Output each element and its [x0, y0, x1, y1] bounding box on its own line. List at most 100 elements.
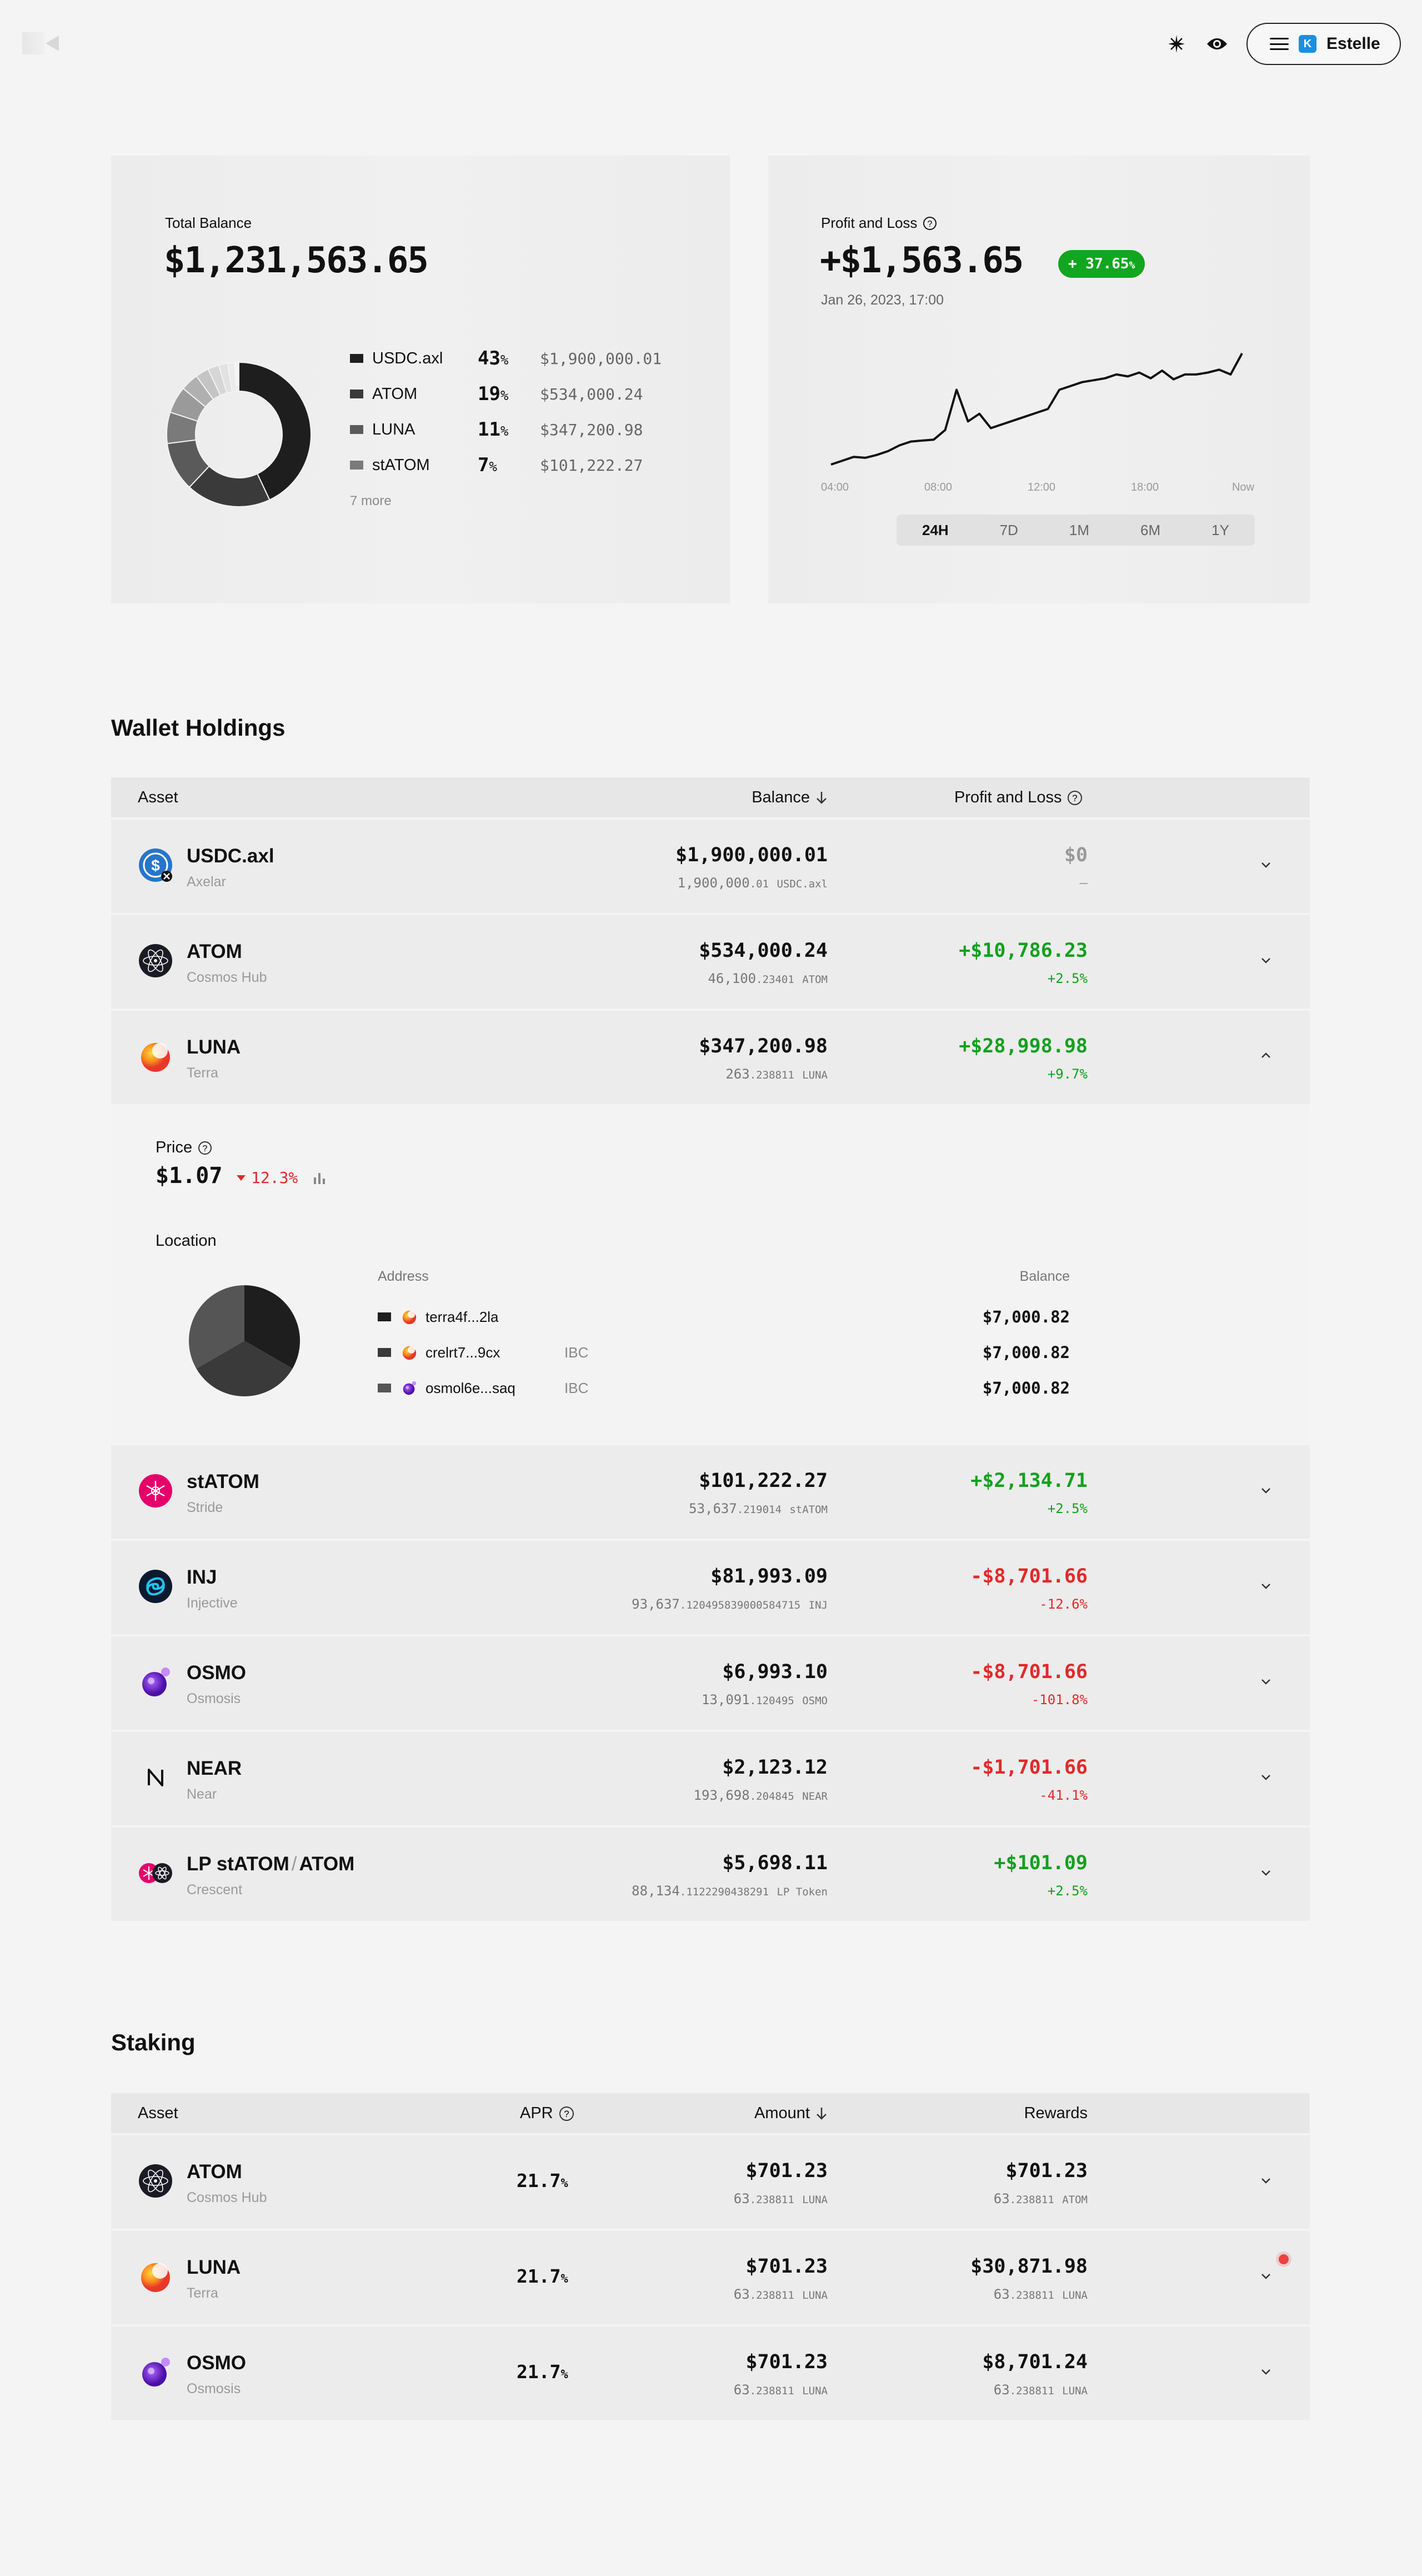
location-row[interactable]: osmol6e...saq IBC $7,000.82 [378, 1377, 1070, 1399]
legend-asset-name: USDC.axl [372, 349, 443, 367]
range-option-1m[interactable]: 1M [1069, 522, 1089, 539]
user-menu-button[interactable]: K Estelle [1246, 23, 1401, 65]
range-option-6m[interactable]: 6M [1140, 522, 1160, 539]
col-asset: Asset [138, 788, 178, 806]
chevron-down-icon[interactable] [1259, 1579, 1273, 1593]
range-option-24h[interactable]: 24H [922, 522, 949, 539]
chevron-down-icon[interactable] [1259, 1770, 1273, 1784]
near-token-icon [138, 1760, 173, 1795]
range-selector[interactable]: 24H 7D 1M 6M 1Y [897, 515, 1255, 546]
pnl-percent: +9.7% [1047, 1066, 1088, 1082]
col-amount-sort[interactable]: Amount [754, 2104, 828, 2123]
user-avatar: K [1299, 35, 1316, 53]
help-icon[interactable]: ? [198, 1141, 212, 1155]
holding-row-atom[interactable]: ATOM Cosmos Hub $534,000.24 46,100.23401… [111, 915, 1310, 1009]
location-tag: IBC [564, 1344, 589, 1361]
holding-row-usdc-axl[interactable]: $ USDC.axl Axelar $1,900,000.01 1,900,00… [111, 820, 1310, 913]
location-row[interactable]: crelrt7...9cx IBC $7,000.82 [378, 1341, 1070, 1364]
asset-name: LUNA [187, 1036, 241, 1058]
pnl-series-line [830, 353, 1243, 466]
staking-row-luna[interactable]: LUNA Terra 21.7% $701.23 63.238811 LUNA … [111, 2231, 1310, 2324]
stake-amount: 63.238811 LUNA [733, 2287, 828, 2302]
reward-usd: $30,871.98 [970, 2255, 1088, 2278]
asset-name: LP stATOM / ATOM [187, 1853, 355, 1875]
legend-value: $534,000.24 [540, 385, 643, 403]
logo-icon[interactable] [22, 32, 61, 54]
holding-row-statom[interactable]: stATOM Stride $101,222.27 53,637.219014 … [111, 1445, 1310, 1539]
staking-row-osmo[interactable]: OSMO Osmosis 21.7% $701.23 63.238811 LUN… [111, 2327, 1310, 2420]
col-apr-label: APR [520, 2104, 553, 2122]
help-icon[interactable]: ? [559, 2106, 574, 2121]
caret-down-icon [237, 1175, 246, 1181]
chevron-down-icon[interactable] [1259, 2173, 1273, 2188]
svg-text:$: $ [151, 857, 160, 874]
chevron-down-icon[interactable] [1259, 1865, 1273, 1880]
eye-icon[interactable] [1206, 33, 1228, 55]
chevron-down-icon[interactable] [1259, 857, 1273, 872]
col-balance-sort[interactable]: Balance [752, 788, 828, 807]
col-amount-label: Amount [754, 2104, 810, 2122]
help-icon[interactable]: ? [1067, 790, 1083, 806]
luna-chain-icon [401, 1309, 418, 1325]
asset-name: ATOM [187, 2161, 242, 2183]
chevron-down-icon[interactable] [1259, 953, 1273, 967]
holding-row-osmo[interactable]: OSMO Osmosis $6,993.10 13,091.120495 OSM… [111, 1636, 1310, 1730]
chevron-up-icon[interactable] [1259, 1049, 1273, 1063]
osmo-chain-icon [401, 1380, 418, 1396]
legend-percent: 11% [478, 418, 509, 441]
location-row[interactable]: terra4f...2la $7,000.82 [378, 1306, 1070, 1328]
pnl-percent: +2.5% [1047, 971, 1088, 986]
col-rewards: Rewards [1024, 2104, 1088, 2122]
legend-value: $347,200.98 [540, 420, 643, 439]
stake-amount: 63.238811 LUNA [733, 2382, 828, 2398]
sparkle-icon[interactable] [1165, 33, 1188, 55]
holdings-table-header: Asset Balance Profit and Loss ? [111, 777, 1310, 817]
balance-amount: 93,637.120495839000584715 INJ [632, 1596, 828, 1612]
chevron-down-icon[interactable] [1259, 2269, 1273, 2283]
legend-swatch [350, 461, 363, 470]
user-name: Estelle [1326, 34, 1380, 53]
stake-amount: 63.238811 LUNA [733, 2191, 828, 2206]
legend-percent: 7% [478, 454, 497, 476]
luna-token-icon [138, 2259, 173, 2294]
holding-row-luna[interactable]: LUNA Terra $347,200.98 263.238811 LUNA +… [111, 1011, 1310, 1104]
legend-asset-name: LUNA [372, 420, 415, 438]
balance-amount: 88,134.1122290438291 LP Token [632, 1883, 828, 1899]
range-option-7d[interactable]: 7D [1000, 522, 1018, 539]
legend-asset-name: stATOM [372, 456, 430, 474]
bar-chart-icon[interactable] [312, 1171, 327, 1185]
col-pnl: Profit and Loss ? [954, 788, 1083, 807]
apr-value: 21.7% [517, 2265, 568, 2287]
asset-chain: Terra [187, 2285, 218, 2301]
holding-row-lp-statom[interactable]: LP stATOM / ATOM Crescent $5,698.11 88,134… [111, 1828, 1310, 1921]
chevron-down-icon[interactable] [1259, 2364, 1273, 2379]
holding-row-near[interactable]: NEAR Near $2,123.12 193,698.204845 NEAR … [111, 1732, 1310, 1825]
osmo-token-icon [138, 1664, 173, 1700]
asset-name: USDC.axl [187, 845, 274, 867]
col-apr: APR ? [520, 2104, 574, 2123]
asset-chain: Osmosis [187, 1691, 241, 1706]
staking-row-atom[interactable]: ATOM Cosmos Hub 21.7% $701.23 63.238811 … [111, 2135, 1310, 2229]
asset-name: OSMO [187, 1662, 246, 1684]
reward-usd: $701.23 [1005, 2160, 1088, 2182]
asset-chain: Osmosis [187, 2381, 241, 2397]
legend-percent: 43% [478, 347, 509, 370]
balance-usd: $347,200.98 [699, 1035, 828, 1057]
legend-value: $101,222.27 [540, 456, 643, 475]
svg-text:?: ? [564, 2109, 569, 2119]
asset-name: ATOM [187, 941, 242, 962]
x-tick-label: 18:00 [1131, 481, 1159, 493]
pnl-percent-badge: + 37.65% [1058, 250, 1145, 278]
holding-row-inj[interactable]: INJ Injective $81,993.09 93,637.12049583… [111, 1541, 1310, 1634]
legend-more-link[interactable]: 7 more [350, 493, 392, 509]
chevron-down-icon[interactable] [1259, 1483, 1273, 1497]
help-icon[interactable]: ? [923, 216, 937, 231]
stake-amount-usd: $701.23 [745, 2255, 828, 2278]
osmo-token-icon [138, 2354, 173, 2390]
reward-amount: 63.238811 ATOM [993, 2191, 1088, 2206]
pnl-value: +$10,786.23 [959, 940, 1088, 962]
reward-amount: 63.238811 LUNA [993, 2287, 1088, 2302]
range-option-1y[interactable]: 1Y [1211, 522, 1229, 539]
chevron-down-icon[interactable] [1259, 1674, 1273, 1689]
legend-asset-name: ATOM [372, 385, 418, 403]
